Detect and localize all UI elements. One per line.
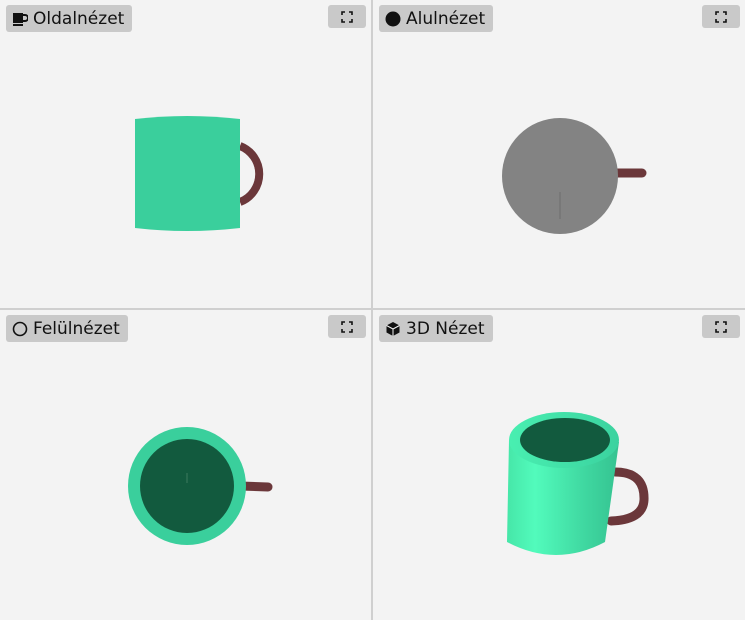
bottom-view-scene[interactable] <box>373 0 745 308</box>
side-view-scene[interactable] <box>0 0 371 308</box>
mug-body <box>135 116 240 231</box>
top-view-scene[interactable] <box>0 310 371 620</box>
mug-handle <box>238 142 264 206</box>
bottom-view-pane[interactable]: Alulnézet <box>373 0 745 308</box>
mug-handle <box>606 467 649 526</box>
3d-view-scene[interactable] <box>373 310 745 620</box>
viewport-grid: Oldalnézet Alulnézet Felülnézet 3D Nézet <box>0 0 745 620</box>
top-view-pane[interactable]: Felülnézet <box>0 310 371 620</box>
mug-interior <box>520 418 610 462</box>
mug-interior <box>140 439 234 533</box>
3d-view-pane[interactable]: 3D Nézet <box>373 310 745 620</box>
side-view-pane[interactable]: Oldalnézet <box>0 0 371 308</box>
